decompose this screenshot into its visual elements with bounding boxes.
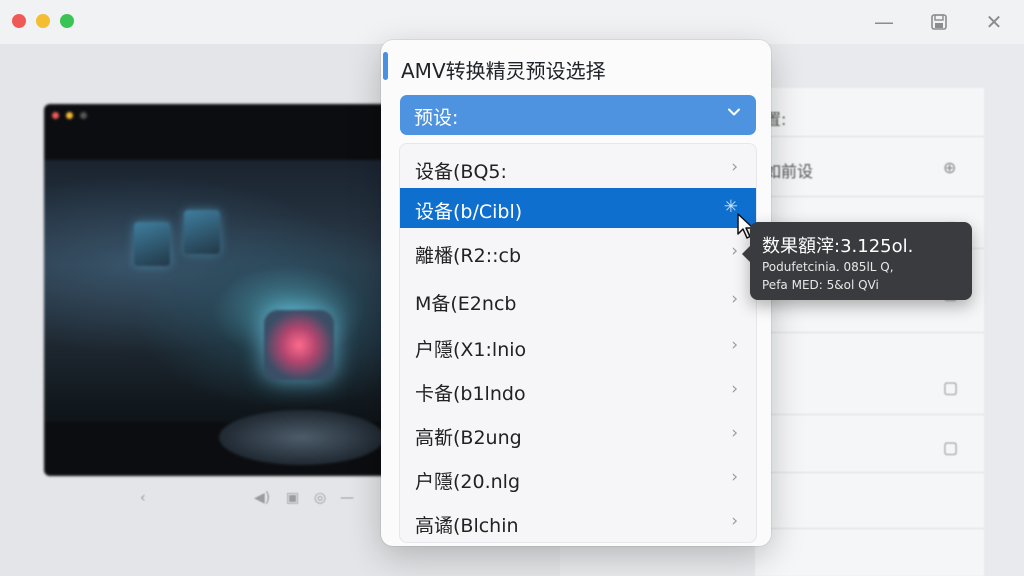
preset-option-label: 離橎(R2::cb <box>415 245 522 267</box>
chevron-right-icon: › <box>731 241 738 261</box>
scene-monitor <box>184 210 220 254</box>
preset-option-selected[interactable]: 设备(b/Cibl) ✳ <box>400 188 756 228</box>
prev-icon[interactable]: ‹ <box>140 490 146 506</box>
seek-bar[interactable]: — <box>340 490 354 506</box>
minus-icon[interactable]: — <box>870 8 898 36</box>
preset-dropdown-label: 预设: <box>414 107 459 129</box>
side-label: 如前设 <box>765 162 814 181</box>
preset-option-label: 户隱(X1:lnio <box>415 339 527 361</box>
tooltip-detail: Pefa MED: 5&ol QVi <box>762 278 879 292</box>
preset-option[interactable]: 高斱(B2ung › <box>400 414 756 454</box>
preset-option[interactable]: 设备(BQ5: › <box>400 148 756 188</box>
zoom-window-button[interactable] <box>60 14 74 28</box>
minimize-window-button[interactable] <box>36 14 50 28</box>
divider <box>755 196 984 197</box>
dialog-title: AMV转换精灵预设选择 <box>401 59 606 83</box>
divider <box>755 332 984 333</box>
scene-cube <box>264 310 334 380</box>
preset-option[interactable]: 高谲(Blchin › <box>400 502 756 542</box>
preset-option-label: 高谲(Blchin <box>415 515 519 537</box>
settings-icon[interactable]: ◎ <box>314 490 326 506</box>
add-icon[interactable]: ⊕ <box>943 158 956 177</box>
tooltip-detail: Podufetcinia. 085lL Q, <box>762 260 894 274</box>
save-icon[interactable] <box>925 8 953 36</box>
preset-option-label: 户隱(20.nlg <box>415 471 521 493</box>
chevron-right-icon: › <box>731 335 738 355</box>
preset-option[interactable]: 離橎(R2::cb › <box>400 232 756 272</box>
preset-option-label: M备(E2ncb <box>415 293 517 315</box>
preset-option[interactable]: M备(E2ncb › <box>400 280 756 320</box>
mini-minimize-dot <box>66 112 73 119</box>
divider <box>755 528 984 529</box>
tooltip-title: 数果額滓:3.125ol. <box>762 236 914 257</box>
preset-dialog: AMV转换精灵预设选择 预设: 设备(BQ5: › 设备(b/Cibl) ✳ 離… <box>381 40 771 546</box>
square-icon[interactable]: ▢ <box>943 378 958 397</box>
preset-option[interactable]: 户隱(20.nlg › <box>400 458 756 498</box>
divider <box>755 414 984 415</box>
chevron-right-icon: › <box>731 379 738 399</box>
close-window-button[interactable] <box>12 14 26 28</box>
mini-zoom-dot <box>80 112 87 119</box>
divider <box>755 136 984 137</box>
close-icon[interactable]: ✕ <box>980 8 1008 36</box>
chevron-right-icon: › <box>731 157 738 177</box>
settings-panel: 置: 如前设 ⊕ ▢ ▢ ▢ ▢ <box>755 88 984 576</box>
chevron-down-icon <box>726 104 742 125</box>
preset-option[interactable]: 户隱(X1:lnio › <box>400 326 756 366</box>
title-bar: — ✕ <box>0 0 1024 44</box>
volume-icon[interactable]: ◀) <box>254 490 270 506</box>
chevron-right-icon: › <box>731 423 738 443</box>
mini-close-dot <box>52 112 59 119</box>
chevron-right-icon: › <box>731 511 738 531</box>
preset-dropdown[interactable]: 预设: <box>400 95 756 135</box>
chevron-right-icon: › <box>731 467 738 487</box>
preset-option-label: 卡备(b1lndo <box>415 383 526 405</box>
accent-bar <box>383 52 388 80</box>
preset-option-label: 设备(b/Cibl) <box>415 201 523 223</box>
caption-icon[interactable]: ▣ <box>286 490 299 506</box>
preset-list: 设备(BQ5: › 设备(b/Cibl) ✳ 離橎(R2::cb › M备(E2… <box>399 143 757 543</box>
divider <box>755 472 984 473</box>
scene-platform <box>219 410 384 465</box>
preset-tooltip: 数果額滓:3.125ol. Podufetcinia. 085lL Q, Pef… <box>742 222 972 300</box>
scene-monitor <box>134 222 170 266</box>
preset-option-label: 设备(BQ5: <box>415 161 507 183</box>
chat-icon[interactable]: ▢ <box>943 438 958 457</box>
chevron-right-icon: › <box>731 289 738 309</box>
preset-option[interactable]: 卡备(b1lndo › <box>400 370 756 410</box>
preset-option-label: 高斱(B2ung <box>415 427 522 449</box>
